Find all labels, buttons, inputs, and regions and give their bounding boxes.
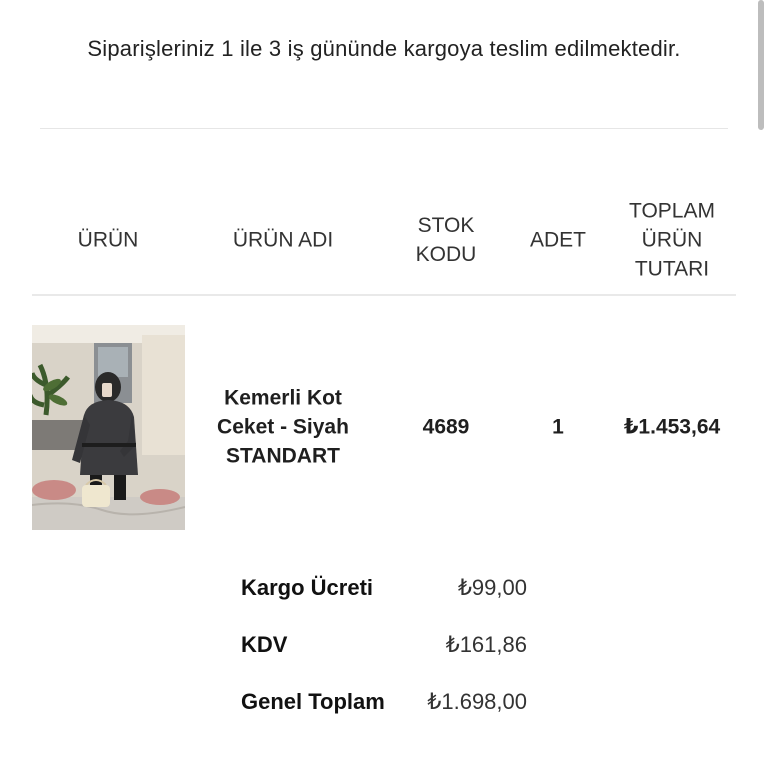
- product-image[interactable]: [32, 325, 185, 530]
- order-summary-page: Siparişleriniz 1 ile 3 iş gününde kargoy…: [0, 0, 768, 768]
- vat-value: ₺161,86: [445, 632, 527, 657]
- vat-label: KDV: [241, 632, 288, 657]
- quantity: 1: [552, 415, 564, 439]
- header-total-line: ÜRÜN: [641, 228, 703, 252]
- grand-total-label: Genel Toplam: [241, 689, 385, 714]
- divider: [40, 128, 728, 129]
- shipping-fee-value: ₺99,00: [457, 575, 527, 600]
- product-name-line: Ceket - Siyah: [217, 415, 349, 439]
- product-total: ₺1.453,64: [623, 415, 721, 439]
- header-divider: [32, 294, 736, 296]
- header-stock-code: STOK KODU: [416, 211, 477, 269]
- shipping-fee-label: Kargo Ücreti: [241, 575, 374, 600]
- header-product: ÜRÜN: [77, 228, 139, 252]
- stock-code: 4689: [422, 415, 470, 439]
- header-total-line: TOPLAM: [629, 199, 715, 223]
- shipping-notice: Siparişleriniz 1 ile 3 iş gününde kargoy…: [87, 36, 681, 61]
- scrollbar[interactable]: [758, 0, 764, 130]
- header-quantity: ADET: [529, 228, 587, 252]
- product-name[interactable]: Kemerli Kot Ceket - Siyah STANDART: [217, 384, 349, 471]
- header-stock-code-line: STOK: [417, 214, 475, 237]
- header-product-name: ÜRÜN ADI: [232, 228, 334, 252]
- header-stock-code-line: KODU: [415, 243, 477, 266]
- product-name-line: Kemerli Kot: [224, 386, 342, 410]
- product-variant: STANDART: [226, 444, 340, 468]
- header-total: TOPLAM ÜRÜN TUTARI: [629, 197, 715, 284]
- header-total-line: TUTARI: [634, 257, 710, 281]
- grand-total-value: ₺1.698,00: [427, 689, 527, 714]
